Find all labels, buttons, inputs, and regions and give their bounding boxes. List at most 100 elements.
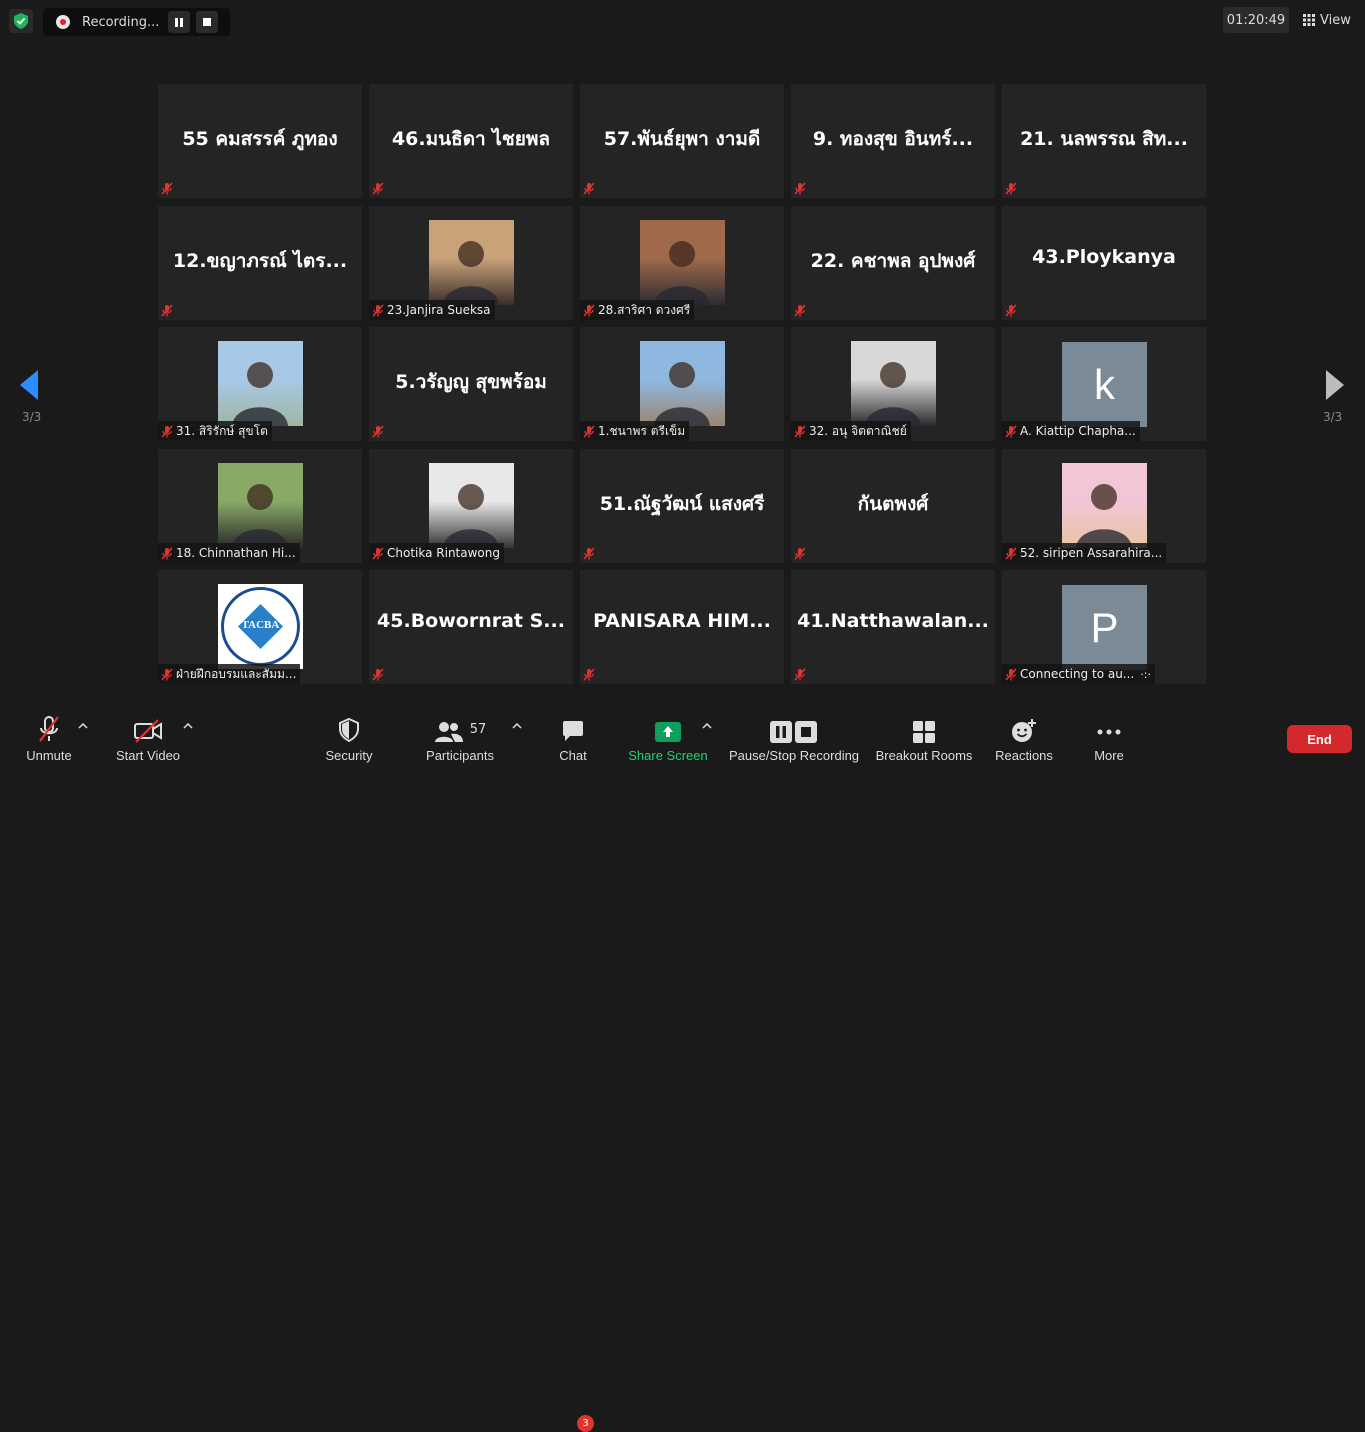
stop-icon	[203, 18, 211, 26]
participant-tile[interactable]: 1.ชนาพร ตรีเข็ม	[580, 327, 784, 441]
participant-name: 46.มนธิดา ไชยพล	[391, 128, 551, 150]
participant-name: กันตพงศ์	[857, 493, 929, 515]
end-meeting-button[interactable]: End	[1287, 725, 1352, 753]
participant-video	[1062, 463, 1147, 548]
security-button[interactable]: Security	[318, 703, 380, 768]
next-page-button[interactable]	[1326, 370, 1344, 404]
participant-tile[interactable]: 43.Ploykanya	[1002, 206, 1206, 320]
share-options-caret-icon[interactable]	[702, 723, 712, 729]
participant-label: 18. Chinnathan Hi...	[158, 543, 300, 563]
participant-tile[interactable]: 23.Janjira Sueksa	[369, 206, 573, 320]
participant-tile[interactable]: 41.Natthawalan...	[791, 570, 995, 684]
muted-mic-icon	[791, 421, 809, 441]
muted-mic-icon	[580, 664, 598, 684]
muted-mic-icon	[791, 178, 809, 198]
view-button[interactable]: View	[1297, 7, 1355, 33]
pause-recording-button[interactable]	[168, 11, 190, 33]
share-screen-icon	[655, 722, 681, 742]
participant-tile[interactable]: PANISARA HIM...	[580, 570, 784, 684]
participant-tile[interactable]: 9. ทองสุข อินทร์...	[791, 84, 995, 198]
more-button[interactable]: More	[1088, 703, 1130, 768]
connecting-dots-icon: ·:·	[1140, 667, 1151, 681]
participants-count: 57	[469, 722, 487, 737]
participant-label-text: ฝ่ายฝึกอบรมและสัมม...	[176, 666, 297, 681]
chat-label: Chat	[559, 748, 587, 763]
participant-name: 9. ทองสุข อินทร์...	[812, 128, 974, 150]
participant-tile[interactable]: 52. siripen Assarahira...	[1002, 449, 1206, 563]
breakout-rooms-label: Breakout Rooms	[875, 748, 973, 763]
participant-video	[218, 341, 303, 426]
muted-mic-icon	[1002, 178, 1020, 198]
muted-mic-icon	[791, 300, 809, 320]
muted-mic-icon	[791, 543, 809, 563]
muted-mic-icon	[580, 178, 598, 198]
muted-mic-icon	[369, 178, 387, 198]
participant-name: 43.Ploykanya	[1032, 246, 1176, 268]
participant-tile[interactable]: Chotika Rintawong	[369, 449, 573, 563]
arrow-left-icon	[20, 370, 38, 400]
participant-tile[interactable]: k A. Kiattip Chapha...	[1002, 327, 1206, 441]
participant-video	[851, 341, 936, 426]
participant-tile[interactable]: 31. สิริรักษ์ สุขโต	[158, 327, 362, 441]
participant-label	[369, 664, 391, 684]
participants-button[interactable]: 57 Participants	[424, 703, 496, 768]
participant-name: 12.ขญาภรณ์ ไตร...	[172, 250, 348, 272]
muted-mic-icon	[1002, 543, 1020, 563]
participant-tile[interactable]: 51.ณัฐวัฒน์ แสงศรี	[580, 449, 784, 563]
participant-tile[interactable]: 45.Bowornrat S...	[369, 570, 573, 684]
participant-label-text: 1.ชนาพร ตรีเข็ม	[598, 423, 686, 438]
participant-name: 22. คชาพล อุปพงศ์	[810, 250, 976, 272]
reactions-button[interactable]: Reactions	[992, 703, 1056, 768]
participant-label-text: 32. อนุ จิตตาณิชย์	[809, 423, 907, 438]
previous-page-button[interactable]	[20, 370, 38, 404]
participant-tile[interactable]: 28.สาริศา ดวงศรี	[580, 206, 784, 320]
person-silhouette-icon	[232, 362, 288, 426]
person-silhouette-icon	[443, 241, 499, 305]
share-screen-button[interactable]: Share Screen	[626, 703, 710, 768]
unmute-button[interactable]: Unmute	[18, 703, 80, 768]
participant-tile[interactable]: 57.พันธ์ยุพา งามดี	[580, 84, 784, 198]
participant-tile[interactable]: 32. อนุ จิตตาณิชย์	[791, 327, 995, 441]
participant-label: A. Kiattip Chapha...	[1002, 421, 1140, 441]
person-silhouette-icon	[865, 362, 921, 426]
muted-mic-icon	[791, 664, 809, 684]
participants-options-caret-icon[interactable]	[512, 723, 522, 729]
arrow-right-icon	[1326, 370, 1344, 400]
muted-mic-icon	[580, 300, 598, 320]
muted-mic-icon	[158, 178, 176, 198]
participant-tile[interactable]: 46.มนธิดา ไชยพล	[369, 84, 573, 198]
breakout-rooms-button[interactable]: Breakout Rooms	[874, 703, 974, 768]
participant-name: 5.วรัญญู สุขพร้อม	[395, 371, 547, 393]
muted-mic-icon	[158, 543, 176, 563]
security-label: Security	[325, 748, 373, 763]
participant-name: PANISARA HIM...	[593, 610, 771, 632]
participant-tile[interactable]: 22. คชาพล อุปพงศ์	[791, 206, 995, 320]
pause-stop-recording-button[interactable]: Pause/Stop Recording	[726, 703, 862, 768]
encryption-shield-icon[interactable]	[9, 9, 33, 33]
participant-tile[interactable]: 12.ขญาภรณ์ ไตร...	[158, 206, 362, 320]
participant-tile[interactable]: P Connecting to au... ·:·	[1002, 570, 1206, 684]
chat-bubble-icon	[563, 721, 583, 741]
participant-label	[158, 178, 180, 198]
participant-tile[interactable]: 5.วรัญญู สุขพร้อม	[369, 327, 573, 441]
stop-recording-button[interactable]	[196, 11, 218, 33]
participant-label: 1.ชนาพร ตรีเข็ม	[580, 421, 690, 441]
video-options-caret-icon[interactable]	[183, 723, 193, 729]
participant-name: 51.ณัฐวัฒน์ แสงศรี	[599, 493, 765, 515]
participant-tile[interactable]: 18. Chinnathan Hi...	[158, 449, 362, 563]
participant-tile[interactable]: 21. นลพรรณ สิท...	[1002, 84, 1206, 198]
participant-avatar-letter: k	[1062, 342, 1147, 427]
participant-tile[interactable]: กันตพงศ์	[791, 449, 995, 563]
pause-icon	[175, 17, 183, 27]
recording-label: Recording...	[82, 14, 160, 30]
shield-icon	[339, 717, 359, 743]
muted-mic-icon	[580, 421, 598, 441]
participant-avatar-letter: P	[1062, 585, 1147, 670]
chat-unread-badge: 3	[577, 1415, 594, 1432]
start-video-button[interactable]: Start Video	[110, 703, 186, 768]
participant-tile[interactable]: TACBA ฝ่ายฝึกอบรมและสัมม...	[158, 570, 362, 684]
participant-name: 45.Bowornrat S...	[377, 610, 565, 632]
chat-button[interactable]: Chat	[550, 703, 596, 768]
audio-options-caret-icon[interactable]	[78, 723, 88, 729]
participant-tile[interactable]: 55 คมสรรค์ ภูทอง	[158, 84, 362, 198]
